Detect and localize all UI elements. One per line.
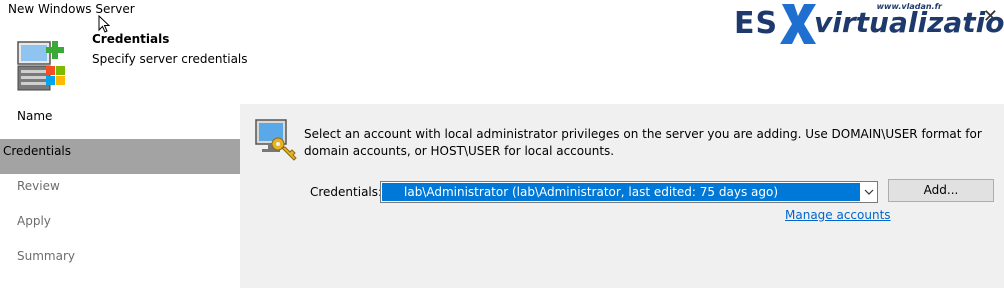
credentials-label: Credentials:: [310, 185, 383, 199]
page-title: Credentials: [92, 32, 170, 46]
brand-text-es: ES: [734, 6, 779, 41]
brand-logo: ES virtualization www.vladan.fr: [734, 2, 1004, 54]
step-name[interactable]: Name: [0, 104, 240, 139]
step-credentials[interactable]: Credentials: [0, 139, 240, 174]
windows-server-add-icon: [17, 41, 65, 91]
brand-url: www.vladan.fr: [876, 2, 942, 11]
brand-x-icon: [780, 4, 816, 44]
step-summary[interactable]: Summary: [0, 244, 240, 279]
wizard-steps: Name Credentials Review Apply Summary: [0, 104, 240, 288]
monitor-key-icon: [255, 119, 297, 161]
add-credentials-button[interactable]: Add...: [888, 179, 994, 202]
step-apply[interactable]: Apply: [0, 209, 240, 244]
chevron-down-icon[interactable]: [864, 186, 874, 198]
description-text: Select an account with local administrat…: [304, 127, 982, 158]
credentials-dropdown[interactable]: lab\Administrator (lab\Administrator, la…: [380, 181, 878, 203]
credentials-selected-value: lab\Administrator (lab\Administrator, la…: [382, 183, 860, 201]
window-title: New Windows Server: [8, 2, 135, 16]
page-subtitle: Specify server credentials: [92, 52, 248, 66]
credentials-panel: Select an account with local administrat…: [240, 104, 1004, 288]
manage-accounts-link[interactable]: Manage accounts: [785, 208, 891, 222]
step-review[interactable]: Review: [0, 174, 240, 209]
